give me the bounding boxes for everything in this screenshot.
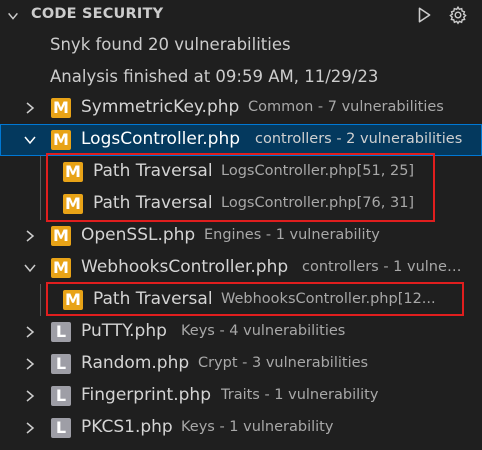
file-item-symmetrickey[interactable]: M SymmetricKey.php Common - 7 vulnerabil… — [0, 92, 482, 124]
file-description: Crypt - 3 vulnerabilities — [198, 355, 369, 371]
chevron-right-icon[interactable] — [22, 228, 38, 244]
chevron-right-icon[interactable] — [22, 356, 38, 372]
play-icon[interactable] — [413, 4, 435, 26]
issue-name: Path Traversal — [93, 193, 213, 213]
file-item-logscontroller[interactable]: M LogsController.php controllers - 2 vul… — [0, 124, 482, 156]
file-name: Fingerprint.php — [81, 385, 211, 405]
low-severity-icon: L — [51, 386, 71, 406]
file-item-webhookscontroller[interactable]: M WebhooksController.php controllers - 1… — [0, 252, 482, 284]
file-name: LogsController.php — [81, 129, 241, 149]
medium-severity-icon: M — [63, 162, 83, 182]
file-description: controllers - 2 vulnerabilities — [255, 131, 463, 147]
medium-severity-icon: M — [63, 290, 83, 310]
medium-severity-icon: M — [51, 226, 71, 246]
chevron-down-icon[interactable] — [6, 9, 20, 23]
issue-item[interactable]: M Path Traversal LogsController.php[76, … — [0, 188, 482, 220]
chevron-right-icon[interactable] — [22, 388, 38, 404]
file-name: OpenSSL.php — [81, 225, 196, 245]
file-item-putty[interactable]: L PuTTY.php Keys - 4 vulnerabilities — [0, 316, 482, 348]
file-item-pkcs1[interactable]: L PKCS1.php Keys - 1 vulnerability — [0, 412, 482, 444]
file-name: WebhooksController.php — [81, 257, 289, 277]
file-description: Engines - 1 vulnerability — [204, 227, 380, 243]
file-item-random[interactable]: L Random.php Crypt - 3 vulnerabilities — [0, 348, 482, 380]
file-name: PKCS1.php — [81, 417, 173, 437]
medium-severity-icon: M — [51, 130, 71, 150]
file-item-openssl[interactable]: M OpenSSL.php Engines - 1 vulnerability — [0, 220, 482, 252]
file-description: controllers - 1 vulnerability — [302, 259, 462, 275]
issue-item[interactable]: M Path Traversal WebhooksController.php[… — [0, 284, 482, 316]
vulnerability-count-text: Snyk found 20 vulnerabilities — [50, 35, 291, 54]
file-description: Keys - 1 vulnerability — [181, 419, 334, 435]
issue-item[interactable]: M Path Traversal LogsController.php[51, … — [0, 156, 482, 188]
chevron-down-icon[interactable] — [22, 132, 38, 148]
file-description: Keys - 4 vulnerabilities — [181, 323, 346, 339]
file-name: Random.php — [81, 353, 190, 373]
chevron-right-icon[interactable] — [22, 324, 38, 340]
low-severity-icon: L — [51, 322, 71, 342]
issue-name: Path Traversal — [93, 161, 213, 181]
file-item-fingerprint[interactable]: L Fingerprint.php Traits - 1 vulnerabili… — [0, 380, 482, 412]
chevron-right-icon[interactable] — [22, 420, 38, 436]
file-description: Traits - 1 vulnerability — [221, 387, 379, 403]
file-description: Common - 7 vulnerabilities — [248, 99, 444, 115]
issue-location: LogsController.php[51, 25] — [221, 163, 415, 179]
file-name: PuTTY.php — [81, 321, 167, 341]
issue-location: LogsController.php[76, 31] — [221, 195, 415, 211]
medium-severity-icon: M — [51, 98, 71, 118]
gear-icon[interactable] — [447, 4, 469, 26]
section-header[interactable]: CODE SECURITY — [0, 0, 482, 31]
medium-severity-icon: M — [63, 194, 83, 214]
issue-location: WebhooksController.php[12... — [221, 291, 436, 307]
low-severity-icon: L — [51, 354, 71, 374]
chevron-right-icon[interactable] — [22, 100, 38, 116]
analysis-time-text: Analysis finished at 09:59 AM, 11/29/23 — [50, 67, 379, 86]
section-title: CODE SECURITY — [31, 6, 164, 22]
issue-name: Path Traversal — [93, 289, 213, 309]
chevron-down-icon[interactable] — [22, 260, 38, 276]
low-severity-icon: L — [51, 418, 71, 438]
medium-severity-icon: M — [51, 258, 71, 278]
file-name: SymmetricKey.php — [81, 97, 240, 117]
